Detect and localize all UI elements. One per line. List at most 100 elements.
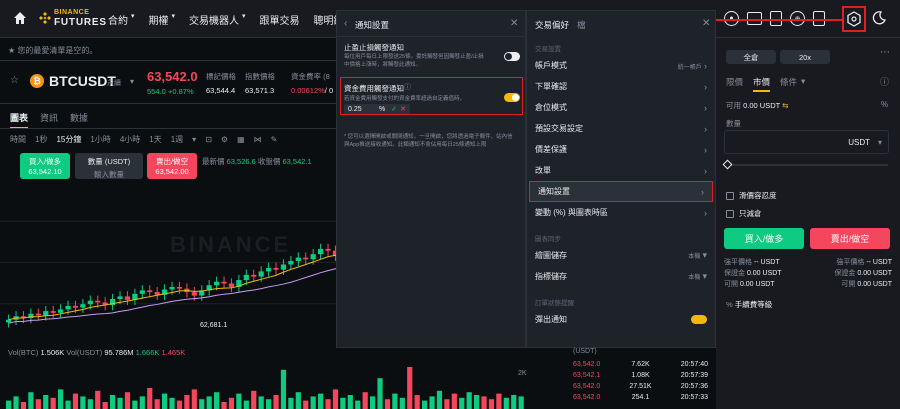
menu-drawing-storage[interactable]: 繪圖儲存 本機 ▾ — [527, 245, 715, 266]
nav-futures[interactable]: 合約 — [108, 12, 128, 27]
volume-bar — [139, 396, 145, 409]
qty-slider[interactable] — [722, 159, 888, 170]
volume-bar — [58, 389, 64, 409]
menu-modify-order[interactable]: 改單 › — [527, 160, 715, 181]
pref-tab-trading[interactable]: 交易偏好 — [535, 19, 569, 31]
buy-long-button[interactable]: 買入/做多 — [724, 228, 804, 249]
pref-tab-other[interactable]: 檔 — [577, 19, 586, 31]
candle — [214, 281, 220, 286]
menu-order-confirm[interactable]: 下單確認 › — [527, 76, 715, 97]
tab-limit[interactable]: 限價 — [726, 76, 743, 92]
symbol-name[interactable]: BTCUSDT — [49, 73, 116, 89]
chevron-down-icon[interactable]: ▾ — [192, 135, 196, 144]
more-icon[interactable]: ⋯ — [880, 47, 890, 58]
sltp-desc: 每位用戶每日上限發送25條。委託觸發但因觸發止盈/止損 中價格上漲時，將觸發此通… — [344, 54, 484, 68]
candle — [325, 248, 331, 251]
candle — [169, 286, 175, 290]
volume-bar — [488, 399, 495, 409]
tab-chart[interactable]: 圖表 — [10, 111, 29, 129]
chevron-down-icon[interactable]: ▾ — [801, 76, 805, 92]
settings-icon[interactable]: ⚙ — [221, 135, 228, 144]
quick-buy-button[interactable]: 買入/做多 63,542.10 — [20, 153, 70, 179]
theme-moon-icon[interactable] — [872, 11, 886, 27]
cancel-x-icon[interactable]: ✕ — [400, 105, 406, 113]
checkbox[interactable] — [726, 209, 734, 218]
margin-mode-button[interactable]: 全倉 — [726, 50, 776, 64]
quick-sell-button[interactable]: 賣出/做空 63,542.00 — [147, 153, 197, 179]
tab-conditional[interactable]: 條件 — [780, 76, 797, 92]
sell-short-button[interactable]: 賣出/做空 — [810, 228, 890, 249]
star-icon[interactable]: ☆ — [10, 75, 19, 86]
tab-data[interactable]: 數據 — [70, 111, 88, 129]
menu-notification-settings[interactable]: 通知設置 › — [529, 181, 713, 202]
close-icon[interactable]: ✕ — [510, 18, 518, 29]
tf-15m[interactable]: 15分鐘 — [56, 134, 81, 145]
available-balance: 可用 0.00 USDT ⇆ — [726, 101, 789, 110]
menu-indicator-storage[interactable]: 指標儲存 本機 ▾ — [527, 266, 715, 287]
volume-bar — [20, 402, 27, 409]
volume-bar — [481, 396, 487, 409]
preferences-hexagon-icon[interactable] — [847, 11, 861, 29]
menu-preset[interactable]: 預設交易設定 › — [527, 118, 715, 139]
close-icon[interactable]: ✕ — [702, 18, 710, 29]
trade-qty: 27.51K — [629, 383, 652, 390]
brand-top: BINANCE — [54, 9, 90, 16]
volume-bar — [370, 396, 376, 409]
tf-1s[interactable]: 1秒 — [35, 134, 47, 145]
sltp-toggle[interactable] — [504, 52, 520, 61]
home-icon[interactable] — [12, 10, 28, 26]
tf-1d[interactable]: 1天 — [149, 134, 161, 145]
menu-position-mode[interactable]: 倉位模式 › — [527, 97, 715, 118]
funding-threshold-input[interactable]: 0.25 % ✓ ✕ — [344, 104, 410, 114]
slider-handle[interactable] — [722, 159, 733, 170]
candle — [50, 311, 56, 313]
index-price-label: 指數價格 — [245, 72, 275, 81]
compare-icon[interactable]: ⋈ — [254, 135, 262, 144]
transfer-icon[interactable]: ⇆ — [782, 101, 788, 110]
tf-1h[interactable]: 1小時 — [90, 134, 110, 145]
popup-toggle[interactable] — [691, 315, 707, 324]
leverage-button[interactable]: 20x — [780, 50, 830, 64]
volume-bar — [392, 393, 398, 409]
quick-qty-input[interactable]: 數量 (USDT) 輸入數量 — [75, 153, 143, 179]
slippage-option[interactable]: 滑價容忍度 — [726, 190, 777, 201]
tab-info[interactable]: 資訊 — [40, 111, 58, 129]
indicator-icon[interactable]: ⊡ — [205, 135, 212, 144]
draw-icon[interactable]: ✎ — [271, 135, 278, 144]
chevron-down-icon[interactable]: ▾ — [130, 77, 134, 86]
info-icon[interactable]: ⓘ — [880, 75, 889, 88]
volume-bar — [6, 400, 12, 409]
tf-4h[interactable]: 4小時 — [120, 134, 140, 145]
nav-options[interactable]: 期權 — [149, 12, 169, 27]
menu-price-protect[interactable]: 價差保護 › — [527, 139, 715, 160]
tf-time[interactable]: 時間 — [10, 134, 26, 145]
reduce-only-option[interactable]: 只減倉 — [726, 208, 762, 219]
chevron-down-icon[interactable]: ▾ — [878, 138, 882, 147]
volume-bar — [43, 395, 49, 409]
tab-market[interactable]: 市價 — [753, 76, 771, 92]
funding-toggle[interactable] — [504, 93, 520, 102]
nav-copy-trading[interactable]: 跟單交易 — [260, 12, 300, 27]
menu-chart-timezone[interactable]: 變動 (%) 與圖表時區 › — [527, 202, 715, 223]
back-chevron-icon[interactable]: ‹ — [344, 18, 347, 29]
checkbox[interactable] — [726, 191, 734, 200]
trade-time: 20:57:33 — [680, 394, 708, 401]
menu-popup-notif[interactable]: 彈出通知 — [527, 309, 715, 330]
calc-icon[interactable]: % — [881, 100, 888, 109]
chevron-right-icon: › — [704, 102, 707, 113]
qty-input[interactable]: USDT ▾ — [724, 130, 889, 154]
volume-chart[interactable] — [0, 355, 560, 409]
info-icon: ⓘ — [404, 84, 411, 91]
confirm-check-icon[interactable]: ✓ — [391, 105, 397, 113]
menu-account-mode[interactable]: 帳戶模式 統一帳戶 › — [527, 55, 715, 76]
chevron-right-icon: › — [704, 123, 707, 134]
volume-bar — [518, 396, 524, 409]
volume-bar — [422, 400, 428, 409]
tf-1w[interactable]: 1週 — [171, 134, 183, 145]
candle — [124, 296, 131, 300]
volume-bar — [28, 392, 34, 409]
fee-tier[interactable]: % 手續費等級 — [726, 299, 772, 310]
layout-icon[interactable]: ▦ — [237, 135, 245, 144]
volume-bar — [117, 397, 123, 409]
nav-bots[interactable]: 交易機器人 — [189, 12, 239, 27]
